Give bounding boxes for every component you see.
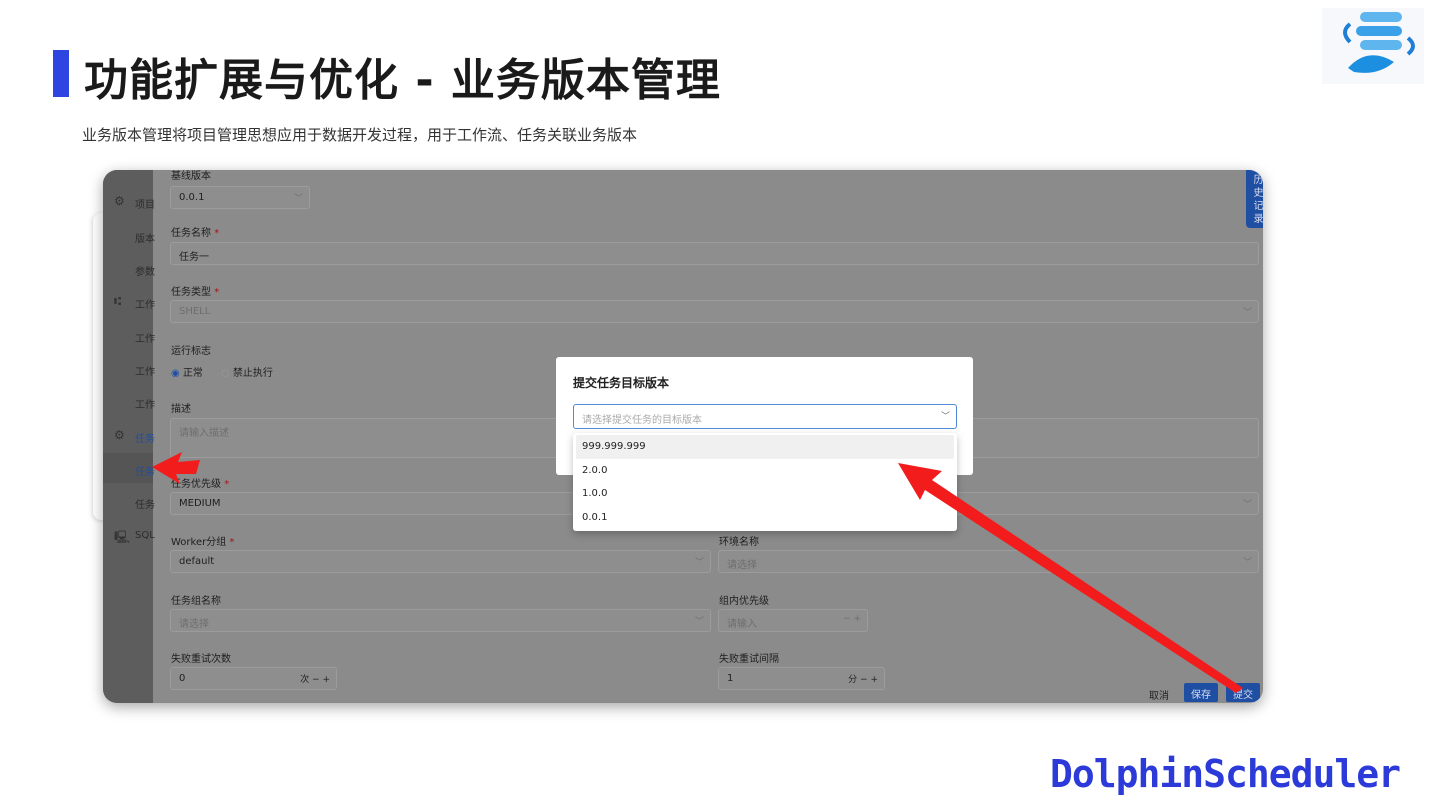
red-arrow-left (152, 452, 200, 484)
annotation-arrows (152, 452, 1243, 693)
red-arrow-diagonal (898, 463, 1243, 693)
